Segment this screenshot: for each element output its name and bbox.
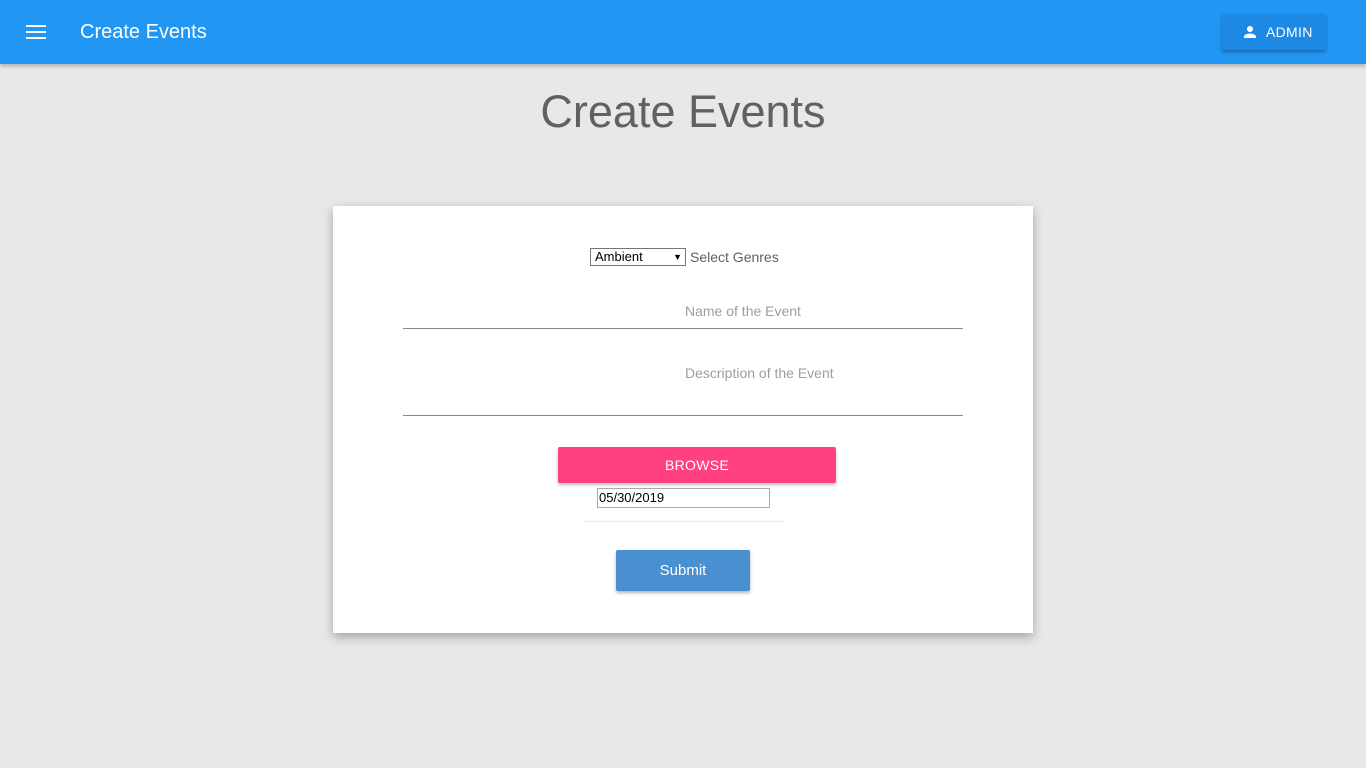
submit-button[interactable]: Submit bbox=[616, 550, 750, 591]
event-description-placeholder: Description of the Event bbox=[685, 365, 834, 381]
app-bar-title: Create Events bbox=[80, 21, 207, 43]
genre-selected-value: Ambient bbox=[595, 249, 643, 264]
genre-select[interactable]: Ambient ▼ bbox=[590, 248, 686, 266]
browse-button[interactable]: BROWSE bbox=[558, 447, 836, 483]
admin-button[interactable]: ADMIN bbox=[1222, 14, 1326, 50]
create-event-form-card: Ambient ▼ Select Genres Name of the Even… bbox=[333, 206, 1033, 633]
event-name-placeholder: Name of the Event bbox=[685, 303, 801, 319]
divider bbox=[585, 521, 783, 522]
genre-label: Select Genres bbox=[690, 249, 779, 265]
dropdown-caret-icon: ▼ bbox=[673, 252, 682, 262]
top-app-bar: Create Events ADMIN bbox=[0, 0, 1366, 64]
genre-row: Ambient ▼ Select Genres bbox=[590, 248, 779, 268]
hamburger-menu-icon[interactable] bbox=[26, 25, 46, 39]
person-icon bbox=[1244, 26, 1256, 38]
event-name-field[interactable]: Name of the Event bbox=[403, 296, 963, 329]
event-date-value: 05/30/2019 bbox=[599, 490, 665, 505]
event-date-input[interactable]: 05/30/2019 bbox=[597, 488, 770, 508]
event-description-field[interactable]: Description of the Event bbox=[403, 356, 963, 416]
admin-label: ADMIN bbox=[1266, 24, 1313, 40]
page-title: Create Events bbox=[540, 86, 826, 137]
